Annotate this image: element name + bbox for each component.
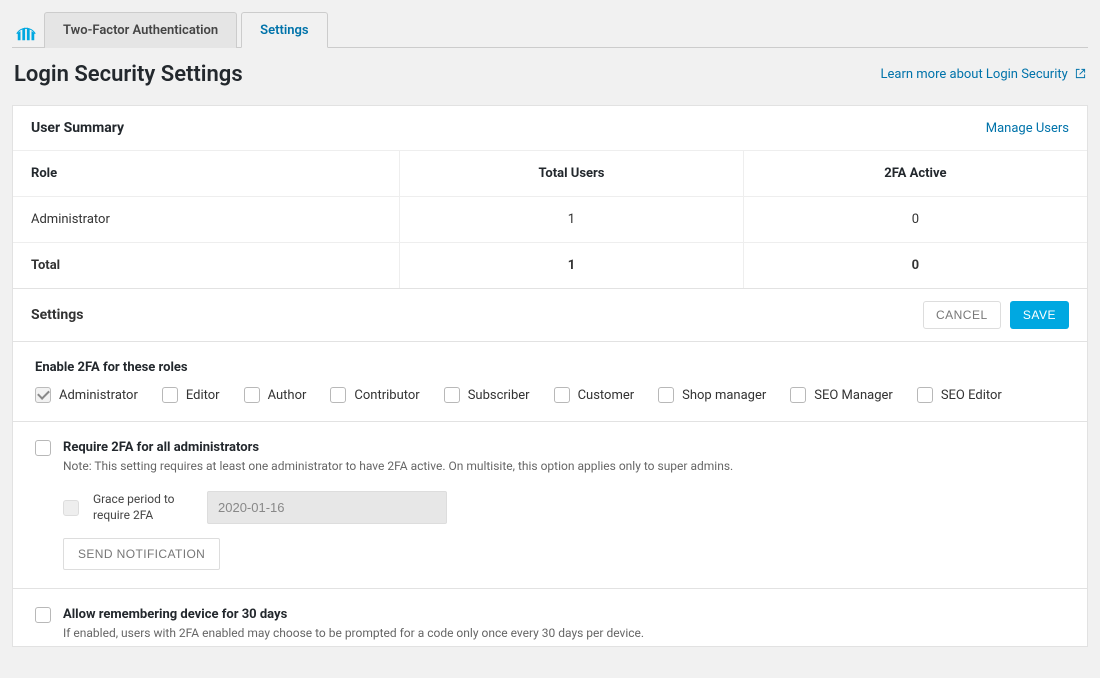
role-checkbox-editor[interactable] <box>162 387 178 403</box>
enable-2fa-roles-title: Enable 2FA for these roles <box>35 360 1065 375</box>
table-row: Administrator 1 0 <box>13 197 1087 243</box>
learn-more-text: Learn more about Login Security <box>881 67 1068 82</box>
role-item-seo-editor: SEO Editor <box>917 387 1002 403</box>
learn-more-link[interactable]: Learn more about Login Security <box>881 67 1087 82</box>
role-grid: Administrator Editor Author Contributor … <box>35 387 1065 403</box>
role-checkbox-administrator[interactable] <box>35 387 51 403</box>
tab-label: Settings <box>260 23 308 38</box>
role-item-administrator: Administrator <box>35 387 138 403</box>
cell-2fa-active: 0 <box>743 197 1087 243</box>
user-summary-panel: User Summary Manage Users Role Total Use… <box>12 105 1088 289</box>
role-item-editor: Editor <box>162 387 220 403</box>
cell-total-users: 1 <box>400 197 744 243</box>
tab-two-factor-auth[interactable]: Two-Factor Authentication <box>44 12 237 48</box>
role-checkbox-seo-editor[interactable] <box>917 387 933 403</box>
role-checkbox-customer[interactable] <box>554 387 570 403</box>
require-2fa-admins-section: Require 2FA for all administrators Note:… <box>12 422 1088 589</box>
role-item-subscriber: Subscriber <box>444 387 530 403</box>
cell-2fa-active-total: 0 <box>743 243 1087 289</box>
page-title: Login Security Settings <box>14 62 243 87</box>
cell-role: Administrator <box>13 197 400 243</box>
settings-title: Settings <box>31 307 83 323</box>
role-item-contributor: Contributor <box>330 387 419 403</box>
tab-label: Two-Factor Authentication <box>63 23 218 38</box>
remember-device-checkbox[interactable] <box>35 607 51 623</box>
user-summary-table: Role Total Users 2FA Active Administrato… <box>13 150 1087 288</box>
col-role-header: Role <box>13 151 400 197</box>
remember-device-title: Allow remembering device for 30 days <box>63 607 644 622</box>
grace-period-checkbox[interactable] <box>63 500 79 516</box>
send-notification-button[interactable]: SEND NOTIFICATION <box>63 538 220 570</box>
cell-total-users-total: 1 <box>400 243 744 289</box>
role-item-customer: Customer <box>554 387 635 403</box>
role-checkbox-shop-manager[interactable] <box>658 387 674 403</box>
role-checkbox-seo-manager[interactable] <box>790 387 806 403</box>
role-item-seo-manager: SEO Manager <box>790 387 893 403</box>
remember-device-note: If enabled, users with 2FA enabled may c… <box>63 626 644 640</box>
role-label: Administrator <box>59 388 138 403</box>
grace-period-row: Grace period to require 2FA <box>63 491 1065 524</box>
require-2fa-admins-note: Note: This setting requires at least one… <box>63 459 733 473</box>
require-2fa-admins-checkbox[interactable] <box>35 440 51 456</box>
user-summary-heading: User Summary <box>31 120 124 136</box>
role-label: Subscriber <box>468 388 530 403</box>
app-logo-icon <box>12 12 44 48</box>
manage-users-link[interactable]: Manage Users <box>986 121 1069 136</box>
role-checkbox-contributor[interactable] <box>330 387 346 403</box>
table-total-row: Total 1 0 <box>13 243 1087 289</box>
tab-bar: Two-Factor Authentication Settings <box>12 12 1088 48</box>
save-button[interactable]: SAVE <box>1010 301 1069 329</box>
role-label: Contributor <box>354 388 419 403</box>
enable-2fa-roles-section: Enable 2FA for these roles Administrator… <box>12 342 1088 422</box>
role-label: Customer <box>578 388 635 403</box>
external-link-icon <box>1075 68 1086 79</box>
role-label: Shop manager <box>682 388 766 403</box>
role-label: SEO Editor <box>941 388 1002 403</box>
role-checkbox-subscriber[interactable] <box>444 387 460 403</box>
role-label: Author <box>268 388 307 403</box>
role-label: SEO Manager <box>814 388 893 403</box>
col-total-users-header: Total Users <box>400 151 744 197</box>
role-item-author: Author <box>244 387 307 403</box>
role-item-shop-manager: Shop manager <box>658 387 766 403</box>
role-checkbox-author[interactable] <box>244 387 260 403</box>
col-2fa-active-header: 2FA Active <box>743 151 1087 197</box>
require-2fa-admins-title: Require 2FA for all administrators <box>63 440 733 455</box>
settings-actions: CANCEL SAVE <box>923 301 1069 329</box>
grace-period-date-input[interactable] <box>207 491 447 524</box>
settings-header: Settings CANCEL SAVE <box>12 289 1088 342</box>
role-label: Editor <box>186 388 220 403</box>
cell-total-label: Total <box>13 243 400 289</box>
cancel-button[interactable]: CANCEL <box>923 301 1001 329</box>
remember-device-section: Allow remembering device for 30 days If … <box>12 589 1088 647</box>
tab-settings[interactable]: Settings <box>241 12 327 48</box>
grace-period-label: Grace period to require 2FA <box>93 492 193 523</box>
